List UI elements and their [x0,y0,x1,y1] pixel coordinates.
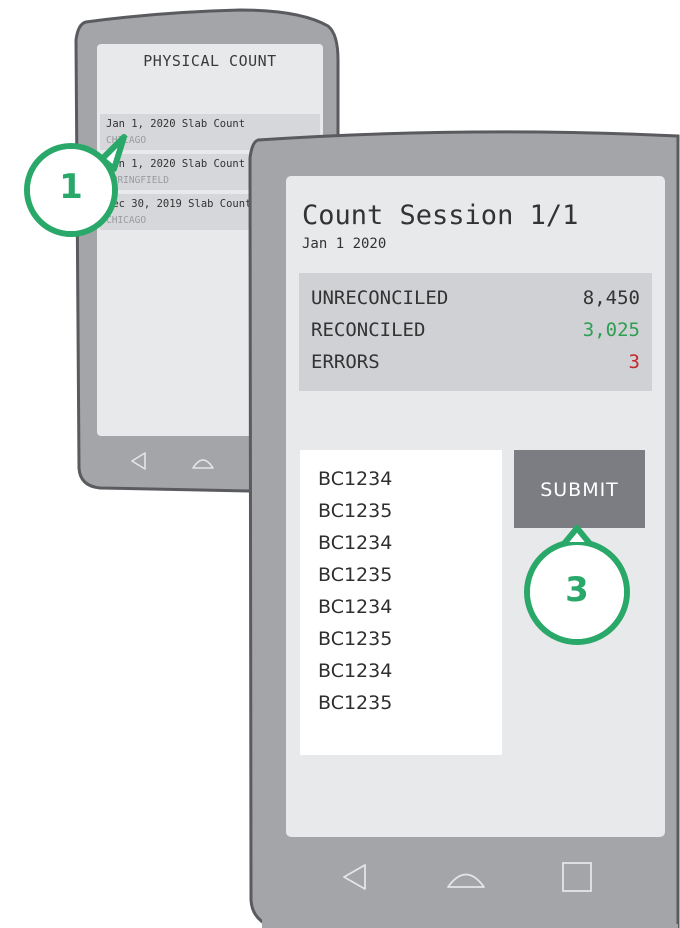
stat-value: 3,025 [582,319,640,341]
callout-number-3: 3 [565,570,589,610]
session-title: Count Session 1/1 [302,200,579,231]
scanned-codes-list[interactable]: BC1234 BC1235 BC1234 BC1235 BC1234 BC123… [300,450,502,755]
scanned-code: BC1234 [318,596,393,618]
back-icon[interactable] [340,862,370,892]
scanned-code: BC1235 [318,564,393,586]
stat-value: 8,450 [582,287,640,309]
stat-label: ERRORS [311,351,380,373]
stats-panel: UNRECONCILED 8,450 RECONCILED 3,025 ERRO… [299,273,652,391]
scanned-code: BC1235 [318,628,393,650]
stat-value: 3 [628,351,640,373]
scanned-code: BC1235 [318,692,393,714]
scanned-code: BC1234 [318,532,393,554]
stat-label: RECONCILED [311,319,426,341]
submit-button[interactable]: SUBMIT [514,450,645,528]
home-icon[interactable] [444,862,488,892]
scanned-code: BC1234 [318,660,393,682]
recents-icon[interactable] [560,860,594,894]
stat-errors: ERRORS 3 [311,351,640,381]
stat-reconciled: RECONCILED 3,025 [311,319,640,349]
session-date: Jan 1 2020 [302,236,387,252]
callout-number-1: 1 [59,167,83,207]
stat-label: UNRECONCILED [311,287,449,309]
scanned-code: BC1234 [318,468,393,490]
scanned-code: BC1235 [318,500,393,522]
stat-unreconciled: UNRECONCILED 8,450 [311,287,640,317]
